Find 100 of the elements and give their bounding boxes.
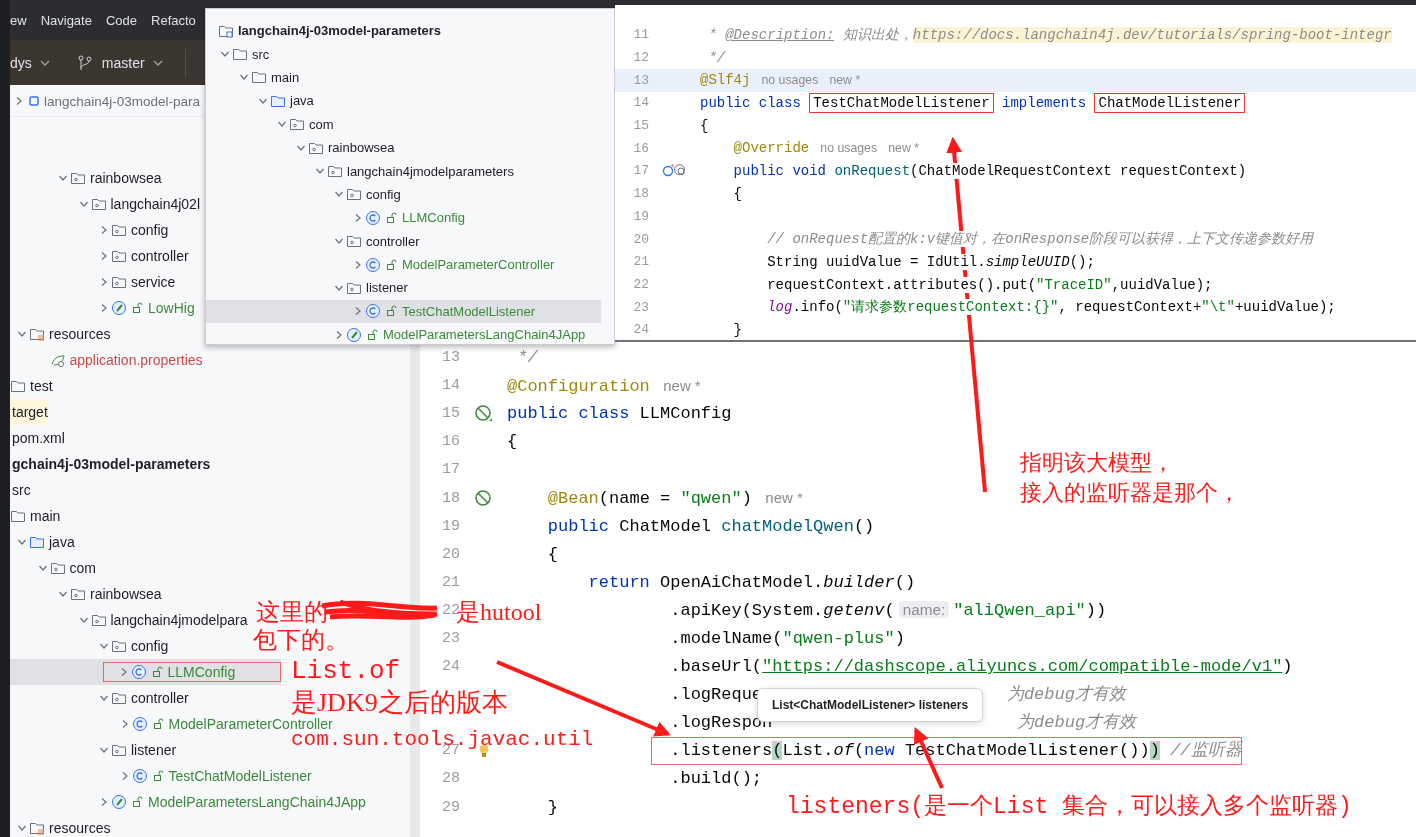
tree-item[interactable]: config — [206, 182, 601, 207]
tree-item[interactable]: service — [10, 273, 176, 291]
tree-item[interactable]: listener — [10, 741, 177, 759]
chevron-icon[interactable] — [99, 277, 109, 287]
chevron-icon[interactable] — [58, 589, 68, 599]
tree-item[interactable]: ModelParameterController — [10, 715, 333, 733]
code-line: .build(); — [669, 768, 763, 791]
tree-item[interactable]: java — [206, 89, 601, 113]
folder-icon — [251, 69, 267, 86]
menu-item[interactable]: Code — [105, 12, 137, 28]
breadcrumb[interactable]: langchain4j-03model-para — [44, 93, 201, 109]
tree-item[interactable]: main — [206, 65, 601, 90]
code-text: 为debug才有效 — [1006, 685, 1126, 705]
chevron-icon[interactable] — [58, 173, 68, 183]
tree-item[interactable]: resources — [10, 325, 111, 343]
project-selector[interactable]: dys — [10, 50, 50, 75]
class-icon — [365, 209, 381, 226]
tree-item[interactable]: langchain4j-03model-parameters — [206, 19, 601, 43]
tree-item[interactable]: langchain4j02l — [10, 195, 201, 213]
folder-icon — [346, 186, 362, 203]
folder-icon — [346, 233, 362, 250]
app-icon — [111, 794, 127, 810]
access-icon — [386, 305, 398, 318]
chevron-icon[interactable] — [17, 329, 27, 339]
folder-icon — [10, 378, 26, 394]
chevron-icon[interactable] — [14, 96, 24, 106]
tree-item[interactable]: langchain4jmodelparameters — [206, 159, 601, 183]
tree-item[interactable]: src — [206, 42, 601, 66]
tree-item[interactable]: LowHig — [10, 299, 195, 317]
line-number: 15 — [632, 120, 649, 133]
code-line: public void onRequest(ChatModelRequestContext requestContext) — [700, 160, 1247, 183]
access-icon — [152, 770, 165, 782]
tree-item[interactable]: main — [10, 507, 61, 525]
chevron-icon[interactable] — [99, 745, 109, 755]
tree-item[interactable]: pom.xml — [10, 429, 65, 447]
tree-item[interactable]: resources — [10, 819, 111, 837]
chevron-icon[interactable] — [99, 251, 109, 261]
menu-item[interactable]: Refacto — [151, 12, 196, 28]
annotation-text: 包下的。 — [253, 626, 349, 654]
chevron-icon[interactable] — [17, 537, 27, 547]
tree-item[interactable]: ModelParametersLangChain4JApp — [206, 323, 601, 344]
tree-item[interactable]: controller — [10, 247, 189, 265]
line-number: 28 — [441, 773, 460, 786]
menu-item[interactable]: ew — [10, 12, 27, 28]
code-line: requestContext.attributes().put("TraceID",uuidValue); — [700, 273, 1213, 297]
chevron-icon[interactable] — [334, 283, 344, 293]
chevron-icon[interactable] — [353, 212, 363, 223]
tree-item[interactable]: test — [10, 377, 53, 395]
caret-icon — [152, 59, 163, 66]
chevron-icon[interactable] — [78, 615, 89, 625]
chevron-icon[interactable] — [99, 225, 109, 235]
code-line: { — [507, 431, 518, 454]
tree-item[interactable]: controller — [10, 689, 189, 707]
tree-item[interactable]: rainbowsea — [10, 169, 162, 187]
line-number: 16 — [441, 436, 460, 449]
tree-item[interactable]: langchain4jmodelpara — [10, 611, 248, 629]
tree-item[interactable]: listener — [206, 276, 601, 300]
chevron-icon[interactable] — [99, 693, 109, 703]
line-number: 14 — [632, 97, 649, 110]
folder-icon — [29, 534, 45, 550]
tree-item[interactable]: gchain4j-03model-parameters — [10, 455, 211, 473]
chevron-icon[interactable] — [78, 199, 89, 209]
code-line: public class LLMConfig — [507, 403, 732, 426]
chevron-icon[interactable] — [17, 823, 27, 833]
folder-icon — [289, 116, 305, 133]
line-number: 23 — [441, 633, 460, 645]
line-number: 24 — [632, 324, 649, 337]
menu-item[interactable]: Navigate — [40, 12, 92, 28]
tree-item[interactable]: src — [10, 481, 31, 499]
chevron-icon[interactable] — [99, 797, 109, 807]
tree-item[interactable]: java — [10, 533, 75, 551]
line-number: 21 — [632, 256, 649, 269]
tree-item[interactable]: ModelParameterController — [206, 252, 601, 277]
chevron-icon[interactable] — [334, 329, 344, 340]
chevron-icon[interactable] — [353, 306, 363, 317]
tree-item[interactable]: com — [206, 112, 601, 136]
tree-item[interactable]: rainbowsea — [206, 135, 601, 160]
access-icon — [367, 328, 379, 341]
tree-item[interactable]: application.properties — [10, 351, 203, 369]
tree-item[interactable]: LLMConfig — [206, 206, 601, 230]
folder-icon — [232, 46, 248, 63]
app-icon — [346, 326, 362, 343]
tree-item[interactable]: controller — [206, 229, 601, 253]
override-icon[interactable] — [661, 164, 688, 179]
chevron-icon[interactable] — [99, 641, 109, 651]
tree-item[interactable]: rainbowsea — [10, 585, 162, 603]
folder-icon — [29, 820, 45, 836]
annotation-text: 是JDK9之后的版本 — [291, 688, 508, 718]
tree-item[interactable]: ModelParametersLangChain4JApp — [10, 793, 366, 811]
code-line: log.info("请求参数requestContext:{}", requestContext+"\t"+uuidValue); — [700, 296, 1336, 319]
tree-item[interactable]: TestChatModelListener — [10, 767, 312, 785]
tree-item[interactable]: com — [10, 559, 96, 577]
chevron-icon[interactable] — [99, 303, 109, 313]
class-icon — [365, 303, 381, 320]
tree-item[interactable]: config — [10, 221, 169, 239]
tree-item[interactable]: config — [10, 637, 169, 655]
branch-selector[interactable]: master — [101, 50, 163, 75]
chevron-icon[interactable] — [353, 259, 363, 270]
class-icon — [131, 768, 148, 784]
chevron-icon[interactable] — [37, 563, 48, 573]
